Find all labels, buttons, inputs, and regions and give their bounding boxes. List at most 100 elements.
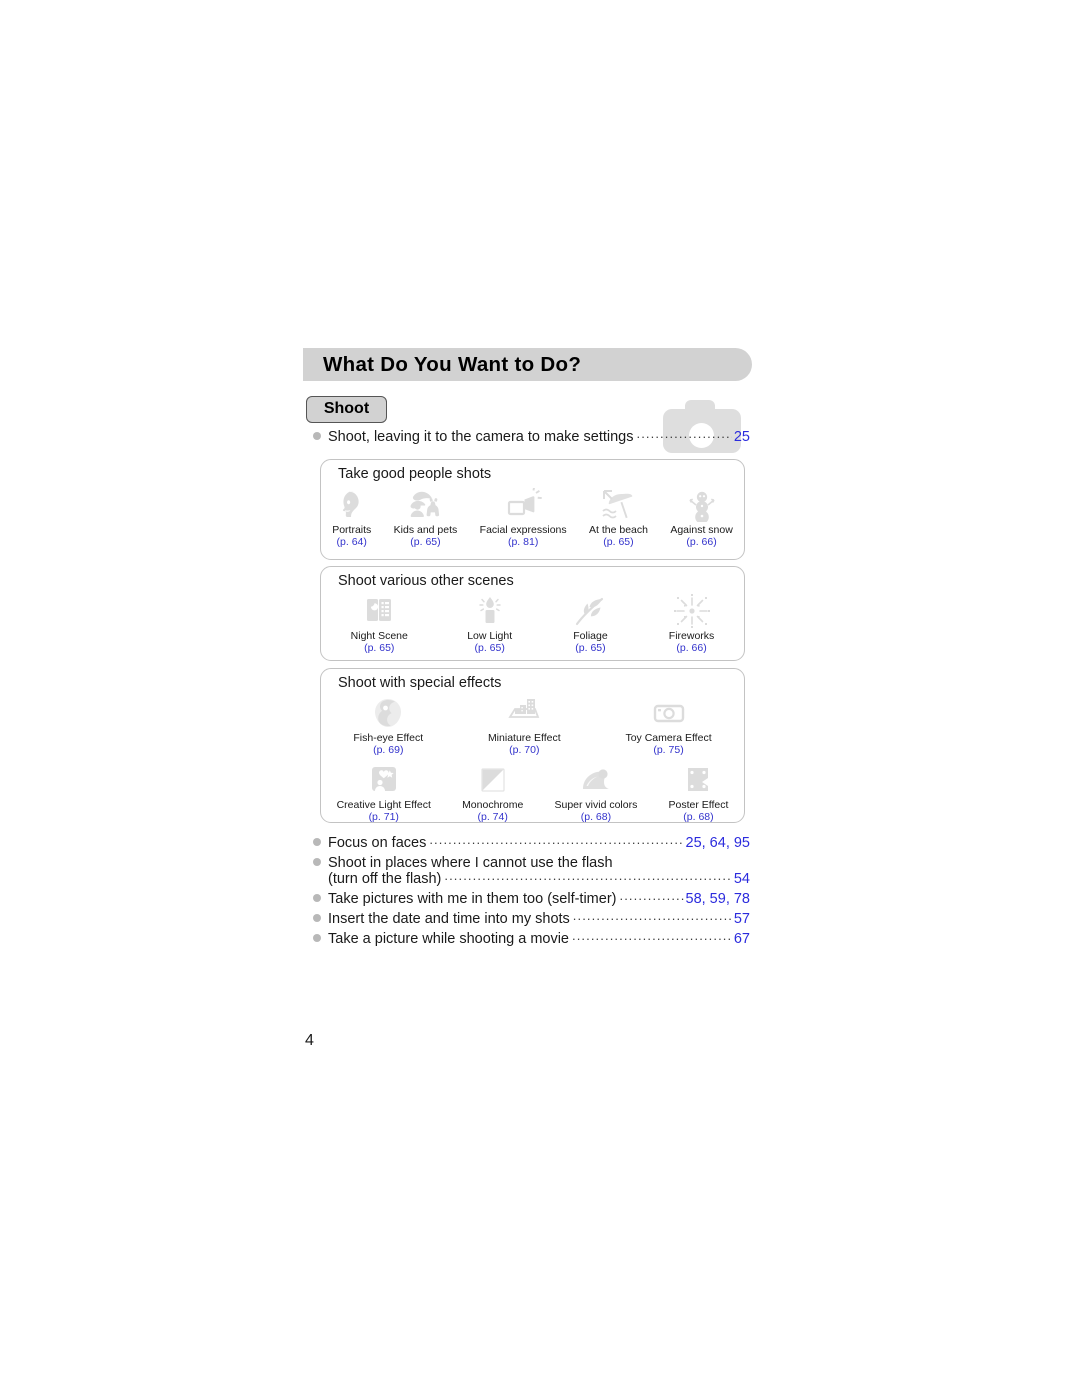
- poster-effect-icon: [679, 763, 717, 797]
- scene-item-label: Portraits: [332, 524, 372, 536]
- bullet-dot-icon: [313, 934, 321, 942]
- page-number-folio: 4: [305, 1032, 314, 1049]
- effect-item-page-ref: (p. 74): [477, 811, 508, 824]
- effect-item-page-ref: (p. 71): [368, 811, 399, 824]
- bullet-dot-icon: [313, 432, 321, 440]
- portrait-face-icon: [333, 488, 371, 522]
- toc-entry-label: Insert the date and time into my shots: [328, 911, 570, 927]
- scene-item-page-ref: (p. 65): [364, 642, 395, 655]
- group-shoot-with-special-effects: Shoot with special effects Fish-eye Effe…: [320, 668, 745, 823]
- bullet-dot-icon: [313, 838, 321, 846]
- effect-item-label: Poster Effect: [668, 799, 729, 811]
- effect-item-page-ref: (p. 68): [580, 811, 612, 824]
- effect-item-label: Monochrome: [462, 799, 524, 811]
- dot-leader: [444, 868, 731, 883]
- effect-item-page-ref: (p. 69): [373, 744, 404, 757]
- dot-leader: [636, 426, 731, 441]
- scene-item-label: Low Light: [467, 630, 513, 642]
- scene-item-label: Night Scene: [350, 630, 408, 642]
- effect-item-super-vivid[interactable]: Super vivid colors (p. 68): [554, 763, 637, 824]
- toc-entry-shoot-auto[interactable]: Shoot, leaving it to the camera to make …: [313, 429, 750, 445]
- toc-page-number: 25: [733, 429, 750, 445]
- toc-page-number: 54: [733, 871, 750, 887]
- scene-item-kids-and-pets[interactable]: Kids and pets (p. 65): [393, 488, 458, 549]
- snowman-icon: [683, 488, 721, 522]
- effect-item-label: Toy Camera Effect: [625, 732, 712, 744]
- toy-camera-icon: [650, 696, 688, 730]
- manual-page: What Do You Want to Do? Shoot Shoot, lea…: [0, 0, 1080, 1397]
- scene-item-label: Fireworks: [668, 630, 715, 642]
- foliage-leaf-icon: [571, 594, 609, 628]
- effect-item-poster[interactable]: Poster Effect (p. 68): [668, 763, 729, 824]
- dot-leader: [573, 908, 732, 923]
- scene-item-label: Foliage: [573, 630, 608, 642]
- scene-item-label: Facial expressions: [479, 524, 567, 536]
- scene-item-page-ref: (p. 65): [410, 536, 441, 549]
- scene-item-facial-expressions[interactable]: Facial expressions (p. 81): [480, 488, 567, 549]
- monochrome-icon: [474, 763, 512, 797]
- bullet-dot-icon: [313, 914, 321, 922]
- dot-leader: [572, 928, 732, 943]
- scene-item-page-ref: (p. 66): [686, 536, 717, 549]
- toc-page-number: 25, 64, 95: [685, 835, 751, 851]
- effect-item-label: Fish-eye Effect: [353, 732, 424, 744]
- group-take-good-people-shots: Take good people shots Portraits (p. 64): [320, 459, 745, 560]
- creative-light-icon: [365, 763, 403, 797]
- bullet-dot-icon: [313, 894, 321, 902]
- toc-entry-focus-on-faces[interactable]: Focus on faces 25, 64, 95: [313, 835, 750, 851]
- toc-bottom-list: Focus on faces 25, 64, 95 Shoot in place…: [313, 835, 750, 951]
- page-title: What Do You Want to Do?: [323, 353, 582, 376]
- group-shoot-various-other-scenes: Shoot various other scenes Night Scene (…: [320, 566, 745, 661]
- icon-row: Night Scene (p. 65) Low Light (p. 65) Fo…: [321, 594, 744, 655]
- toc-entry-self-timer[interactable]: Take pictures with me in them too (self-…: [313, 891, 750, 907]
- dot-leader: [429, 832, 683, 847]
- scene-item-label: Against snow: [670, 524, 733, 536]
- icon-row-effects-2: Creative Light Effect (p. 71) Monochrome…: [321, 763, 744, 824]
- scene-item-label: At the beach: [589, 524, 648, 536]
- scene-item-against-snow[interactable]: Against snow (p. 66): [670, 488, 733, 549]
- scene-item-foliage[interactable]: Foliage (p. 65): [571, 594, 609, 655]
- toc-entry-date-stamp[interactable]: Insert the date and time into my shots 5…: [313, 911, 750, 927]
- scene-item-fireworks[interactable]: Fireworks (p. 66): [668, 594, 715, 655]
- toc-page-number: 57: [733, 911, 750, 927]
- group-title: Take good people shots: [338, 466, 492, 482]
- scene-item-page-ref: (p. 65): [474, 642, 505, 655]
- fish-eye-icon: [369, 696, 407, 730]
- dot-leader: [619, 888, 683, 903]
- night-scene-icon: [360, 594, 398, 628]
- effect-item-toy-camera[interactable]: Toy Camera Effect (p. 75): [625, 696, 712, 757]
- scene-item-portraits[interactable]: Portraits (p. 64): [332, 488, 371, 549]
- fireworks-icon: [673, 594, 711, 628]
- effect-item-label: Creative Light Effect: [336, 799, 431, 811]
- effect-item-page-ref: (p. 75): [653, 744, 684, 757]
- effect-item-label: Miniature Effect: [487, 732, 561, 744]
- scene-item-page-ref: (p. 81): [507, 536, 539, 549]
- toc-entry-still-during-movie[interactable]: Take a picture while shooting a movie 67: [313, 931, 750, 947]
- toc-page-number: 58, 59, 78: [685, 891, 751, 907]
- effect-item-page-ref: (p. 68): [683, 811, 714, 824]
- effect-item-miniature[interactable]: Miniature Effect (p. 70): [488, 696, 561, 757]
- effect-item-monochrome[interactable]: Monochrome (p. 74): [462, 763, 523, 824]
- facial-expressions-icon: [504, 488, 542, 522]
- scene-item-label: Kids and pets: [393, 524, 458, 536]
- toc-entry-label: Shoot, leaving it to the camera to make …: [328, 429, 634, 445]
- icon-row: Portraits (p. 64) Kids and pets (p. 65) …: [321, 488, 744, 549]
- toc-page-number: 67: [733, 931, 750, 947]
- super-vivid-icon: [577, 763, 615, 797]
- scene-item-night-scene[interactable]: Night Scene (p. 65): [351, 594, 408, 655]
- scene-item-page-ref: (p. 65): [603, 536, 634, 549]
- effect-item-fish-eye[interactable]: Fish-eye Effect (p. 69): [353, 696, 423, 757]
- group-title: Shoot various other scenes: [338, 573, 514, 589]
- scene-item-low-light[interactable]: Low Light (p. 65): [467, 594, 512, 655]
- scene-item-at-the-beach[interactable]: At the beach (p. 65): [589, 488, 648, 549]
- effect-item-label: Super vivid colors: [554, 799, 638, 811]
- group-title: Shoot with special effects: [338, 675, 502, 691]
- toc-entry-label: Take pictures with me in them too (self-…: [328, 891, 617, 907]
- scene-item-page-ref: (p. 65): [575, 642, 606, 655]
- toc-entry-no-flash[interactable]: Shoot in places where I cannot use the f…: [313, 855, 750, 887]
- scene-item-page-ref: (p. 66): [676, 642, 707, 655]
- bullet-dot-icon: [313, 858, 321, 866]
- effect-item-creative-light[interactable]: Creative Light Effect (p. 71): [337, 763, 431, 824]
- miniature-icon: [505, 696, 543, 730]
- toc-entry-label-second-line: (turn off the flash): [328, 871, 442, 887]
